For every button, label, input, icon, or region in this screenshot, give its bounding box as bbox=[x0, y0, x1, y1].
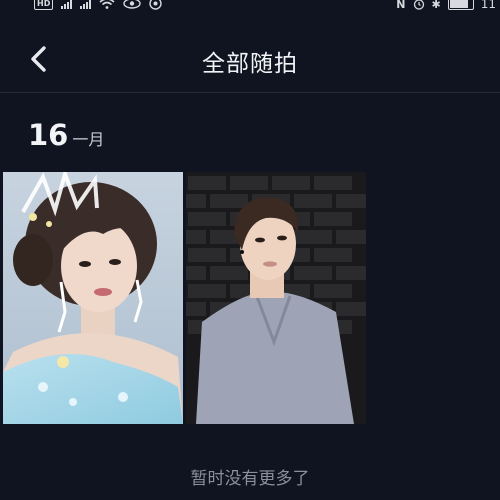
date-month: 一月 bbox=[72, 130, 105, 149]
alarm-icon bbox=[413, 0, 424, 10]
page-title: 全部随拍 bbox=[202, 51, 298, 77]
status-right: N ✱ 11 bbox=[396, 0, 496, 11]
photo-grid bbox=[3, 172, 366, 424]
photo-thumbnail-2[interactable] bbox=[186, 172, 366, 424]
end-of-list-message: 暂时没有更多了 bbox=[190, 469, 310, 489]
photo-woman-bride bbox=[3, 172, 183, 424]
bluetooth-icon: ✱ bbox=[431, 0, 441, 11]
app-notification-icon bbox=[149, 0, 163, 10]
eye-icon bbox=[123, 0, 142, 9]
photo-man-brick-wall bbox=[186, 172, 366, 424]
photo-thumbnail-1[interactable] bbox=[3, 172, 183, 424]
clock-text: 11 bbox=[480, 0, 496, 11]
date-day: 16 bbox=[28, 118, 69, 152]
battery-icon bbox=[447, 0, 474, 10]
wifi-icon bbox=[99, 0, 115, 9]
status-bar: HD N ✱ 11 bbox=[0, 0, 500, 14]
date-heading: 16 一月 bbox=[28, 118, 104, 152]
signal-icon bbox=[61, 0, 73, 9]
status-left: HD bbox=[34, 0, 163, 10]
header: 全部随拍 bbox=[0, 26, 500, 93]
signal-2-icon bbox=[80, 0, 92, 9]
nfc-icon: N bbox=[396, 0, 406, 11]
hd-badge: HD bbox=[34, 0, 54, 10]
